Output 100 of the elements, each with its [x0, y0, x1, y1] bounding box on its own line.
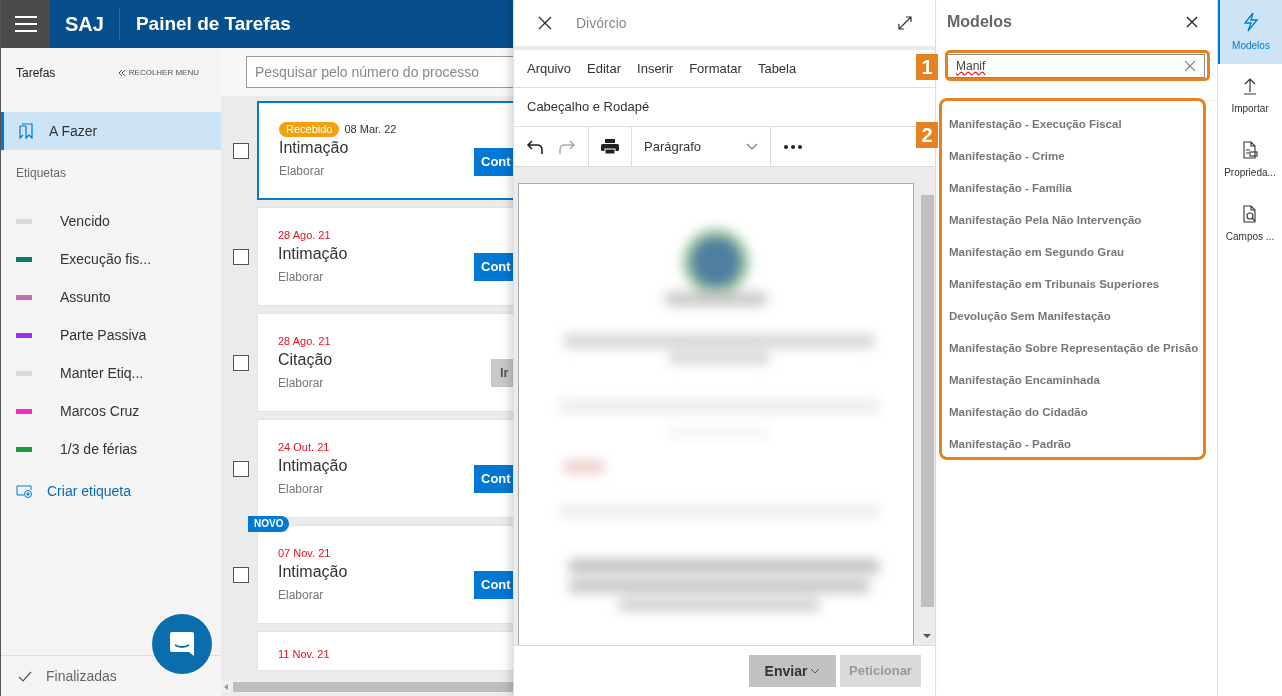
- checkbox[interactable]: [233, 354, 249, 371]
- horizontal-scrollbar[interactable]: [221, 681, 513, 693]
- menu-item[interactable]: Arquivo: [527, 58, 572, 79]
- undo-icon[interactable]: [526, 138, 544, 155]
- search-field[interactable]: Manif: [947, 54, 1205, 78]
- upload-icon: [1243, 76, 1257, 95]
- task-title: Intimação: [278, 456, 349, 477]
- task-date: 08 Mar. 22: [344, 121, 397, 137]
- task-title: Citação: [278, 350, 334, 371]
- send-button[interactable]: Enviar: [749, 655, 836, 687]
- chat-icon: [168, 630, 196, 658]
- chevron-down-icon: [810, 668, 821, 674]
- checkbox[interactable]: [233, 460, 249, 477]
- clear-icon[interactable]: [1184, 60, 1196, 72]
- action-button[interactable]: Cont: [474, 465, 513, 493]
- sidebar-heading: Tarefas: [16, 65, 56, 82]
- callout-number: 1: [916, 54, 938, 80]
- checkbox[interactable]: [233, 566, 249, 583]
- chat-button[interactable]: [152, 614, 212, 674]
- task-title: Intimação: [279, 138, 350, 159]
- task-card[interactable]: 11 Nov. 21: [257, 631, 513, 671]
- checkbox[interactable]: [233, 142, 249, 159]
- paragraph-style-dropdown[interactable]: Parágrafo: [632, 127, 771, 166]
- tag-item[interactable]: Manter Etiq...: [1, 354, 221, 392]
- expand-icon: [897, 15, 913, 31]
- task-date: 07 Nov. 21: [278, 545, 331, 561]
- model-item[interactable]: Manifestação - Padrão: [949, 429, 1217, 461]
- scrollbar-thumb[interactable]: [233, 682, 513, 692]
- action-button[interactable]: Ir: [491, 359, 513, 387]
- model-item[interactable]: Manifestação em Tribunais Superiores: [949, 269, 1217, 301]
- menu-item[interactable]: Inserir: [637, 58, 674, 79]
- scroll-down-icon[interactable]: [922, 633, 932, 639]
- menu-item[interactable]: Formatar: [689, 58, 742, 79]
- panel-title: Modelos: [947, 12, 1012, 32]
- document-icon: [1242, 140, 1258, 159]
- collapse-menu-button[interactable]: RECOLHER MENU: [117, 67, 199, 79]
- rail-tab[interactable]: Modelos: [1218, 0, 1282, 64]
- new-flag: NOVO: [248, 516, 290, 532]
- model-item[interactable]: Manifestação - Crime: [949, 141, 1217, 173]
- model-item[interactable]: Manifestação Encaminhada: [949, 365, 1217, 397]
- task-card[interactable]: 28 Ago. 21 Citação Elaborar Ir: [257, 313, 513, 412]
- action-button[interactable]: Cont: [474, 148, 513, 176]
- action-button[interactable]: Cont: [474, 253, 513, 281]
- rail-tab[interactable]: Campos ...: [1218, 192, 1282, 256]
- menu-item[interactable]: Cabeçalho e Rodapé: [527, 97, 650, 117]
- task-title: Intimação: [278, 244, 349, 265]
- model-item[interactable]: Manifestação - Execução Fiscal: [949, 109, 1217, 141]
- menu-button[interactable]: [1, 0, 50, 48]
- document-search-icon: [1242, 204, 1258, 223]
- task-date: 28 Ago. 21: [278, 227, 331, 243]
- menu-item[interactable]: Tabela: [757, 58, 797, 79]
- double-chevron-icon: [117, 69, 126, 77]
- tag-item[interactable]: Assunto: [1, 278, 221, 316]
- action-button[interactable]: Cont: [474, 571, 513, 599]
- more-icon: [784, 144, 802, 149]
- expand-button[interactable]: [897, 15, 913, 31]
- task-card[interactable]: 28 Ago. 21 Intimação Elaborar Cont: [257, 207, 513, 306]
- model-item[interactable]: Manifestação Pela Não Intervenção: [949, 205, 1217, 237]
- status-badge: Recebido: [279, 121, 340, 137]
- section-label: Etiquetas: [15, 165, 68, 182]
- nav-item[interactable]: A Fazer: [1, 112, 221, 150]
- app-title: Painel de Tarefas: [135, 11, 291, 36]
- task-date: 28 Ago. 21: [278, 333, 331, 349]
- tag-item[interactable]: Marcos Cruz: [1, 392, 221, 430]
- model-item[interactable]: Manifestação Sobre Representação de Prisão: [949, 333, 1217, 365]
- checkbox[interactable]: [233, 248, 249, 265]
- bookmark-icon: [19, 123, 33, 139]
- tag-item[interactable]: Execução fis...: [1, 240, 221, 278]
- task-subtitle: Elaborar: [278, 375, 325, 393]
- callout-number: 2: [916, 122, 938, 148]
- create-tag-link[interactable]: Criar etiqueta: [1, 472, 221, 510]
- menu-icon: [14, 16, 37, 32]
- tag-item[interactable]: Parte Passiva: [1, 316, 221, 354]
- tag-item[interactable]: Vencido: [1, 202, 221, 240]
- close-icon: [538, 16, 552, 30]
- task-subtitle: Elaborar: [279, 163, 326, 181]
- task-title: Intimação: [278, 562, 349, 583]
- task-card[interactable]: Recebido 08 Mar. 22 Intimação Elaborar Cont: [257, 101, 513, 200]
- close-button[interactable]: [538, 16, 552, 30]
- task-card[interactable]: 24 Out. 21 Intimação Elaborar Cont: [257, 419, 513, 518]
- task-subtitle: Elaborar: [278, 269, 325, 287]
- add-tag-icon: [16, 484, 33, 498]
- document-title: Divórcio: [576, 13, 628, 33]
- close-icon: [1186, 16, 1198, 28]
- model-item[interactable]: Manifestação - Família: [949, 173, 1217, 205]
- brand-logo: SAJ: [65, 8, 120, 40]
- rail-tab[interactable]: Proprieda...: [1218, 128, 1282, 192]
- menu-item[interactable]: Editar: [587, 58, 622, 79]
- model-item[interactable]: Manifestação em Segundo Grau: [949, 237, 1217, 269]
- check-icon: [18, 670, 32, 682]
- chevron-down-icon: [746, 143, 758, 150]
- tag-item[interactable]: 1/3 de férias: [1, 430, 221, 468]
- model-item[interactable]: Manifestação do Cidadão: [949, 397, 1217, 429]
- rail-tab[interactable]: Importar: [1218, 64, 1282, 128]
- task-subtitle: Elaborar: [278, 587, 325, 605]
- print-icon[interactable]: [600, 138, 620, 155]
- search-field[interactable]: Pesquisar pelo número do processo: [246, 56, 513, 88]
- task-date: 24 Out. 21: [278, 439, 330, 455]
- model-item[interactable]: Devolução Sem Manifestação: [949, 301, 1217, 333]
- close-button[interactable]: [1186, 16, 1198, 28]
